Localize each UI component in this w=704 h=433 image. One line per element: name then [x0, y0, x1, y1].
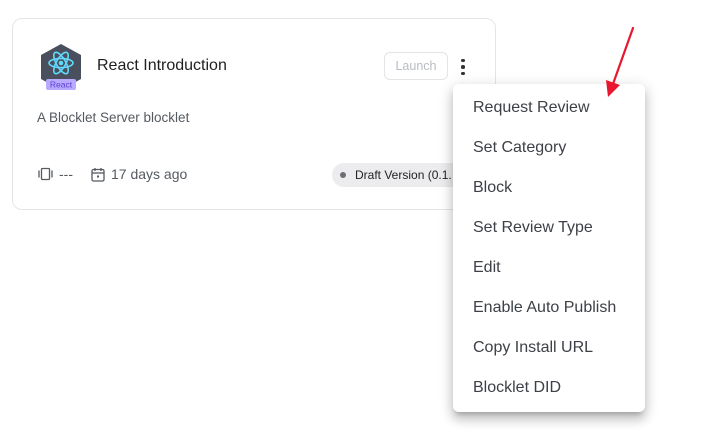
card-meta: --- 17 days ago [38, 166, 187, 182]
menu-item-edit[interactable]: Edit [453, 248, 645, 288]
status-dot [340, 172, 346, 178]
menu-item-block[interactable]: Block [453, 168, 645, 208]
red-arrow-icon [606, 26, 635, 97]
logo-badge-text: React [50, 80, 73, 90]
menu-item-set-review-type[interactable]: Set Review Type [453, 208, 645, 248]
version-badge-label: Draft Version (0.1. [355, 168, 452, 182]
stats-value: --- [59, 166, 73, 182]
app-stage: React React Introduction Launch A Blockl… [0, 0, 704, 433]
menu-item-set-category[interactable]: Set Category [453, 128, 645, 168]
blocklet-description: A Blocklet Server blocklet [37, 110, 190, 125]
stats-icon [38, 167, 53, 181]
menu-item-copy-install-url[interactable]: Copy Install URL [453, 328, 645, 368]
menu-item-enable-auto-publish[interactable]: Enable Auto Publish [453, 288, 645, 328]
react-logo-icon: React [41, 44, 81, 90]
calendar-icon [91, 167, 105, 182]
launch-button[interactable]: Launch [384, 52, 448, 80]
more-vertical-icon[interactable] [452, 56, 474, 78]
menu-item-blocklet-did[interactable]: Blocklet DID [453, 368, 645, 408]
updated-time: 17 days ago [111, 166, 188, 182]
blocklet-title: React Introduction [97, 57, 227, 74]
more-actions-menu: Request Review Set Category Block Set Re… [453, 84, 645, 412]
